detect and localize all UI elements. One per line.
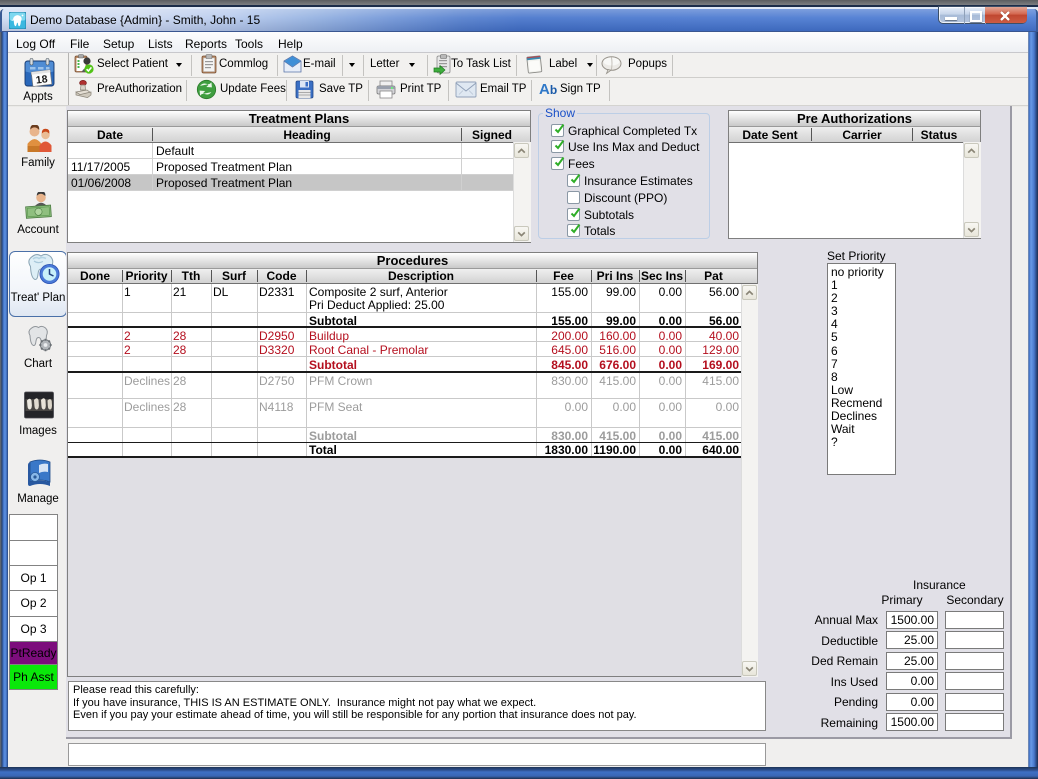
svg-text:18: 18 <box>35 73 48 86</box>
